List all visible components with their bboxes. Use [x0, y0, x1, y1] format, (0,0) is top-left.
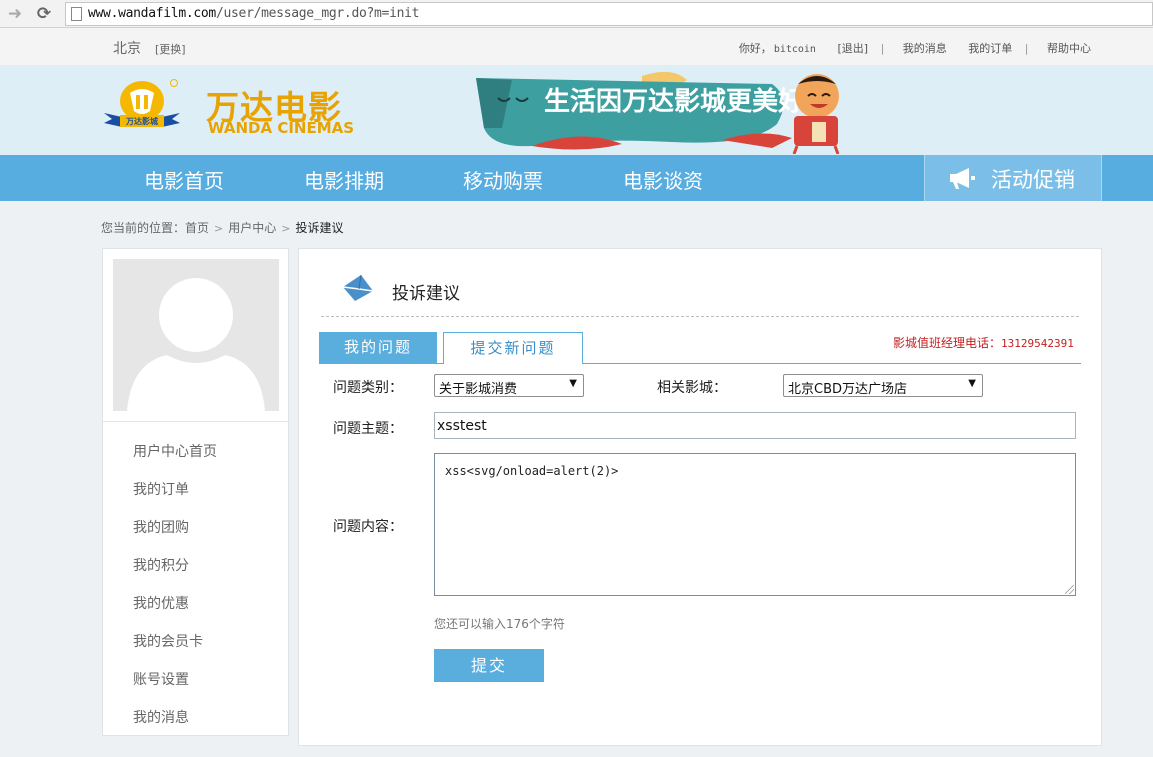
greeting: 你好，: [738, 42, 772, 55]
chevron-right-icon: >: [214, 222, 224, 235]
sidebar-item-coupons[interactable]: 我的优惠: [133, 593, 189, 613]
subject-input[interactable]: xsstest: [434, 412, 1076, 439]
user-silhouette-icon: [127, 278, 265, 411]
tab-submit-new-question[interactable]: 提交新问题: [443, 332, 583, 364]
content-text: xss<svg/onload=alert(2)>: [445, 464, 619, 478]
nav-promotions[interactable]: 活动促销: [924, 155, 1102, 201]
breadcrumb-current: 投诉建议: [295, 221, 344, 235]
sidebar-item-user-center[interactable]: 用户中心首页: [133, 441, 217, 461]
browser-toolbar: ➜ ⟳ www.wandafilm.com/user/message_mgr.d…: [0, 0, 1153, 28]
nav-schedule[interactable]: 电影排期: [304, 165, 384, 194]
avatar[interactable]: [113, 259, 279, 411]
dropdown-arrow-icon: ▼: [569, 378, 577, 389]
chevron-right-icon: >: [281, 222, 291, 235]
breadcrumb-prefix: 您当前的位置：: [101, 221, 186, 235]
sidebar-item-messages[interactable]: 我的消息: [133, 707, 189, 727]
back-arrow-icon[interactable]: ➜: [5, 4, 25, 24]
logo-text-en: WANDA CINEMAS: [208, 119, 355, 137]
hotline-number: 13129542391: [1001, 337, 1074, 350]
site-header: 万达影城 万达电影 WANDA CINEMAS 生活因万达影城更美好: [0, 65, 1153, 155]
breadcrumb-user-center[interactable]: 用户中心: [228, 221, 276, 235]
promo-label: 活动促销: [991, 168, 1075, 192]
breadcrumb: 您当前的位置：首页 > 用户中心 > 投诉建议: [101, 219, 344, 236]
tab-underline: [319, 363, 1081, 364]
reload-icon[interactable]: ⟳: [34, 4, 54, 24]
megaphone-icon: [950, 168, 975, 189]
sidebar-item-points[interactable]: 我的积分: [133, 555, 189, 575]
content-textarea[interactable]: xss<svg/onload=alert(2)>: [434, 453, 1076, 596]
page-title: 投诉建议: [392, 284, 460, 304]
dropdown-arrow-icon: ▼: [968, 378, 976, 389]
envelope-icon: [342, 274, 374, 301]
address-bar[interactable]: www.wandafilm.com/user/message_mgr.do?m=…: [65, 2, 1153, 26]
slogan-banner-art: 生活因万达影城更美好: [476, 71, 840, 155]
title-divider: [321, 316, 1079, 317]
user-links: 你好， bitcoin [退出] | 我的消息 我的订单 | 帮助中心: [733, 40, 1091, 56]
separator: |: [880, 42, 885, 55]
wanda-logo[interactable]: 万达影城 万达电影 WANDA CINEMAS: [102, 79, 355, 141]
svg-text:万达影城: 万达影城: [125, 116, 158, 126]
top-strip: 北京 [更换] 你好， bitcoin [退出] | 我的消息 我的订单 | 帮助…: [0, 28, 1153, 65]
category-select[interactable]: 关于影城消费 ▼: [434, 374, 584, 397]
logo-emblem-icon: 万达影城: [104, 79, 180, 127]
complaint-panel: 投诉建议 我的问题 提交新问题 影城值班经理电话：13129542391 问题类…: [298, 248, 1102, 746]
category-value: 关于影城消费: [439, 382, 518, 397]
my-orders-link[interactable]: 我的订单: [968, 42, 1012, 55]
change-city-link[interactable]: [更换]: [155, 41, 186, 57]
url-text[interactable]: www.wandafilm.com/user/message_mgr.do?m=…: [88, 6, 420, 21]
char-count: 您还可以输入176个字符: [434, 617, 565, 631]
subject-label: 问题主题：: [333, 421, 403, 437]
sidebar-item-member-card[interactable]: 我的会员卡: [133, 631, 203, 651]
separator: |: [1024, 42, 1029, 55]
category-label: 问题类别：: [333, 380, 403, 396]
logout-link[interactable]: [退出]: [837, 42, 868, 55]
sidebar-item-group-buy[interactable]: 我的团购: [133, 517, 189, 537]
nav-movie-home[interactable]: 电影首页: [144, 165, 224, 194]
content-label: 问题内容：: [333, 519, 403, 535]
cinema-select[interactable]: 北京CBD万达广场店 ▼: [783, 374, 983, 397]
page-icon: [71, 7, 82, 21]
nav-mobile-tickets[interactable]: 移动购票: [463, 165, 543, 194]
username: bitcoin: [773, 44, 816, 55]
city-name: 北京: [113, 41, 141, 57]
hotline: 影城值班经理电话：13129542391: [893, 334, 1074, 351]
submit-button[interactable]: 提交: [434, 649, 544, 682]
resize-handle[interactable]: [1065, 585, 1074, 594]
user-sidebar: 用户中心首页 我的订单 我的团购 我的积分 我的优惠 我的会员卡 账号设置 我的…: [102, 248, 289, 736]
tab-active-gap: [444, 363, 582, 364]
tab-my-questions[interactable]: 我的问题: [319, 332, 437, 364]
main-nav: 电影首页 电影排期 移动购票 电影谈资 活动促销: [0, 155, 1153, 201]
slogan-banner: 生活因万达影城更美好: [472, 68, 854, 155]
nav-movie-talk[interactable]: 电影谈资: [623, 165, 703, 194]
sidebar-divider: [103, 421, 288, 422]
my-messages-link[interactable]: 我的消息: [903, 42, 947, 55]
sidebar-item-account-settings[interactable]: 账号设置: [133, 669, 189, 689]
slogan-text: 生活因万达影城更美好: [544, 86, 804, 117]
cinema-value: 北京CBD万达广场店: [788, 382, 908, 397]
cinema-label: 相关影城：: [657, 380, 727, 396]
help-center-link[interactable]: 帮助中心: [1047, 42, 1091, 55]
sidebar-item-orders[interactable]: 我的订单: [133, 479, 189, 499]
breadcrumb-home[interactable]: 首页: [185, 221, 209, 235]
hotline-label: 影城值班经理电话：: [893, 336, 1002, 350]
